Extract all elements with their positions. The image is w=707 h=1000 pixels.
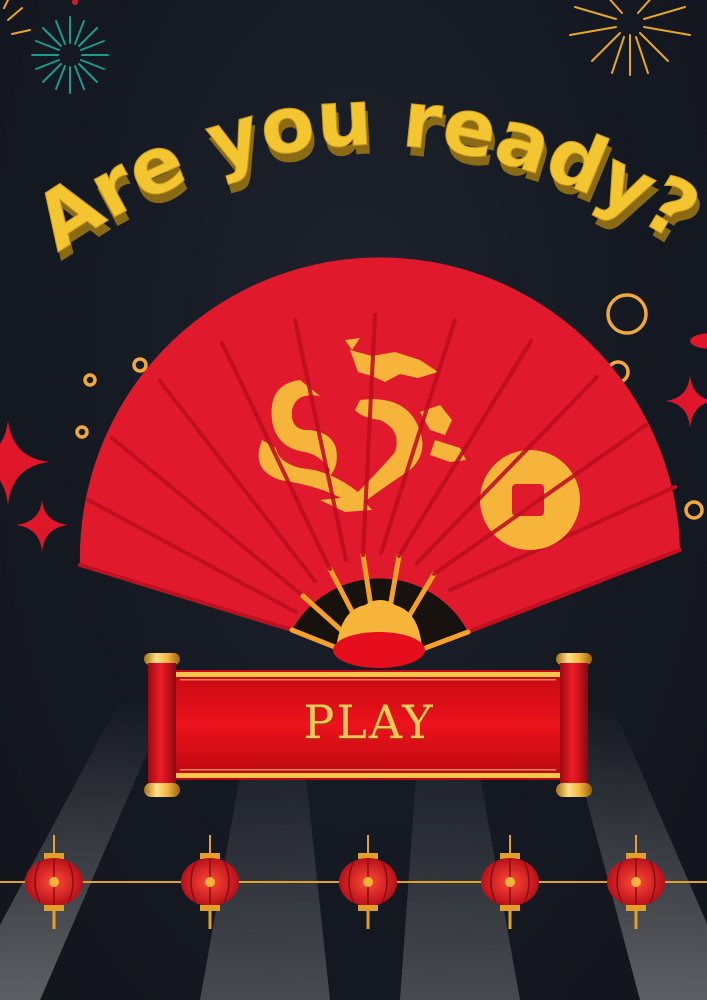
lantern-icon [25,835,83,929]
coin-icon [480,450,580,550]
chinese-fan [78,257,682,668]
title-banner: Are you ready? Are you ready? [19,73,707,278]
play-scroll-icon [144,653,592,797]
lantern-icon [339,835,397,929]
lantern-icon [607,835,665,929]
lantern-row [25,835,665,929]
lantern-icon [181,835,239,929]
play-button[interactable] [140,645,596,805]
game-screen: Are you ready? Are you ready? [0,0,707,1000]
spark-dot [72,0,78,5]
firework-teal-icon [31,16,109,94]
firework-gold-icon [3,0,691,76]
lantern-icon [481,835,539,929]
